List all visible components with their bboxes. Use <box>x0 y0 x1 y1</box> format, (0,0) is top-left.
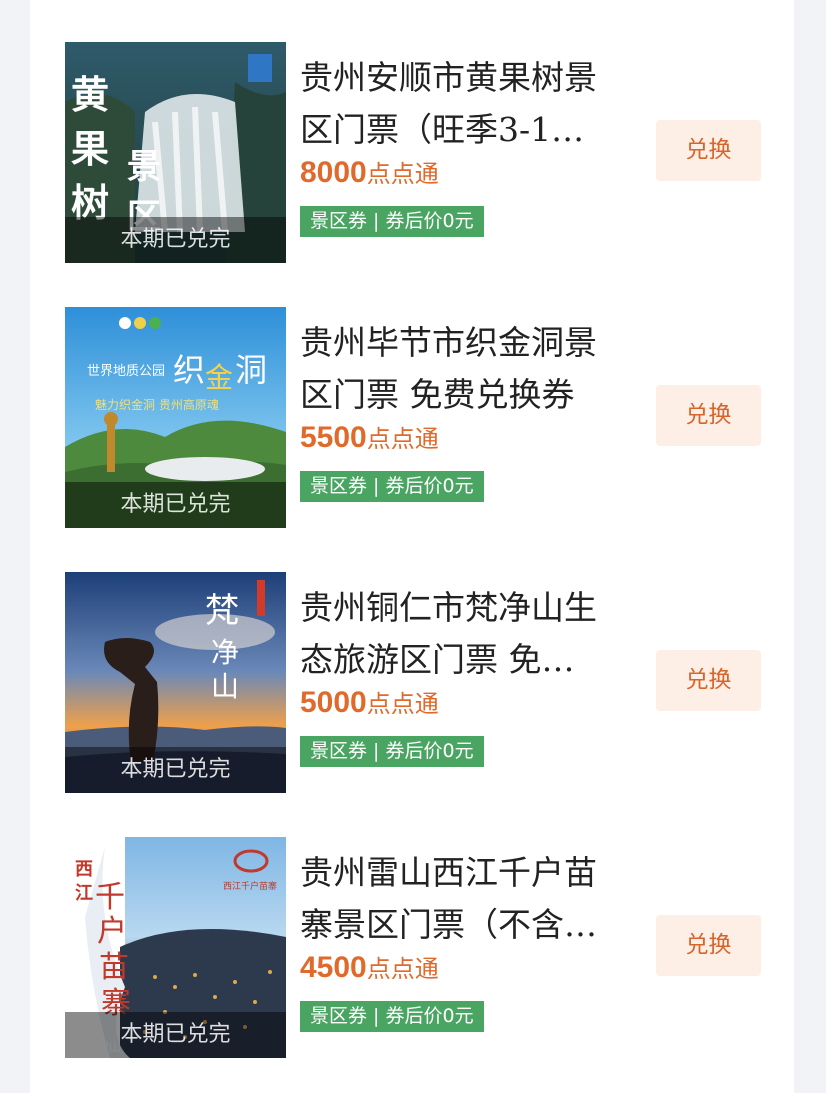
list-item[interactable]: 黄 果 树 景 区 本期已兑完 贵州安顺市黄果树景区门票（旺季3-1… 8000… <box>65 42 795 264</box>
price: 5500点点通 <box>300 419 439 455</box>
product-image[interactable]: 世界地质公园 织 金 洞 魅力织金洞 贵州高原魂 本期已兑完 <box>65 307 286 528</box>
price-number: 5500 <box>300 421 367 454</box>
svg-text:世界地质公园: 世界地质公园 <box>87 364 165 379</box>
svg-text:户: 户 <box>97 914 127 949</box>
coupon-tag: 景区券 | 券后价0元 <box>300 736 484 767</box>
price-number: 8000 <box>300 156 367 189</box>
product-title[interactable]: 贵州安顺市黄果树景区门票（旺季3-1… <box>300 52 625 156</box>
svg-text:净: 净 <box>211 636 239 669</box>
svg-text:景: 景 <box>127 147 161 187</box>
svg-text:千: 千 <box>95 880 125 915</box>
svg-text:洞: 洞 <box>235 351 267 389</box>
coupon-tag: 景区券 | 券后价0元 <box>300 206 484 237</box>
product-image[interactable]: 梵 净 山 本期已兑完 <box>65 572 286 793</box>
price-number: 4500 <box>300 951 367 984</box>
price: 8000点点通 <box>300 154 439 190</box>
price-unit: 点点通 <box>366 690 439 718</box>
soldout-overlay: 本期已兑完 <box>65 747 286 793</box>
logo-char: 黄 <box>71 72 109 117</box>
price: 5000点点通 <box>300 684 439 720</box>
svg-text:梵: 梵 <box>205 591 239 631</box>
product-image[interactable]: 黄 果 树 景 区 本期已兑完 <box>65 42 286 263</box>
price-number: 5000 <box>300 686 367 719</box>
product-list: 黄 果 树 景 区 本期已兑完 贵州安顺市黄果树景区门票（旺季3-1… 8000… <box>30 0 794 1093</box>
svg-text:金: 金 <box>205 361 233 394</box>
list-item[interactable]: 梵 净 山 本期已兑完 贵州铜仁市梵净山生态旅游区门票 免… 5000点点通 景… <box>65 572 795 794</box>
soldout-overlay: 本期已兑完 <box>65 482 286 528</box>
svg-text:魅力织金洞 贵州高原魂: 魅力织金洞 贵州高原魂 <box>95 397 219 412</box>
price: 4500点点通 <box>300 949 439 985</box>
product-title[interactable]: 贵州铜仁市梵净山生态旅游区门票 免… <box>300 582 625 686</box>
soldout-overlay: 本期已兑完 <box>65 217 286 263</box>
price-unit: 点点通 <box>366 955 439 983</box>
svg-text:西: 西 <box>75 859 93 880</box>
redeem-button[interactable]: 兑换 <box>656 915 761 976</box>
list-item[interactable]: 西 江 千 户 苗 寨 西江千户苗寨 贵州·雷山 本期已兑完 贵州雷山西江千户苗… <box>65 837 795 1059</box>
svg-text:果: 果 <box>71 126 109 171</box>
redeem-button[interactable]: 兑换 <box>656 385 761 446</box>
svg-text:织: 织 <box>173 351 205 389</box>
svg-text:江: 江 <box>75 883 93 904</box>
coupon-tag: 景区券 | 券后价0元 <box>300 1001 484 1032</box>
redeem-button[interactable]: 兑换 <box>656 120 761 181</box>
price-unit: 点点通 <box>366 425 439 453</box>
svg-text:西江千户苗寨: 西江千户苗寨 <box>223 880 277 892</box>
price-unit: 点点通 <box>366 160 439 188</box>
product-title[interactable]: 贵州毕节市织金洞景区门票 免费兑换券 <box>300 317 625 421</box>
list-item[interactable]: 世界地质公园 织 金 洞 魅力织金洞 贵州高原魂 本期已兑完 贵州毕节市织金洞景… <box>65 307 795 529</box>
soldout-overlay: 本期已兑完 <box>65 1012 286 1058</box>
product-image[interactable]: 西 江 千 户 苗 寨 西江千户苗寨 贵州·雷山 本期已兑完 <box>65 837 286 1058</box>
product-title[interactable]: 贵州雷山西江千户苗寨景区门票（不含… <box>300 847 625 951</box>
redeem-button[interactable]: 兑换 <box>656 650 761 711</box>
svg-text:苗: 苗 <box>99 950 129 985</box>
svg-text:山: 山 <box>211 670 239 703</box>
coupon-tag: 景区券 | 券后价0元 <box>300 471 484 502</box>
